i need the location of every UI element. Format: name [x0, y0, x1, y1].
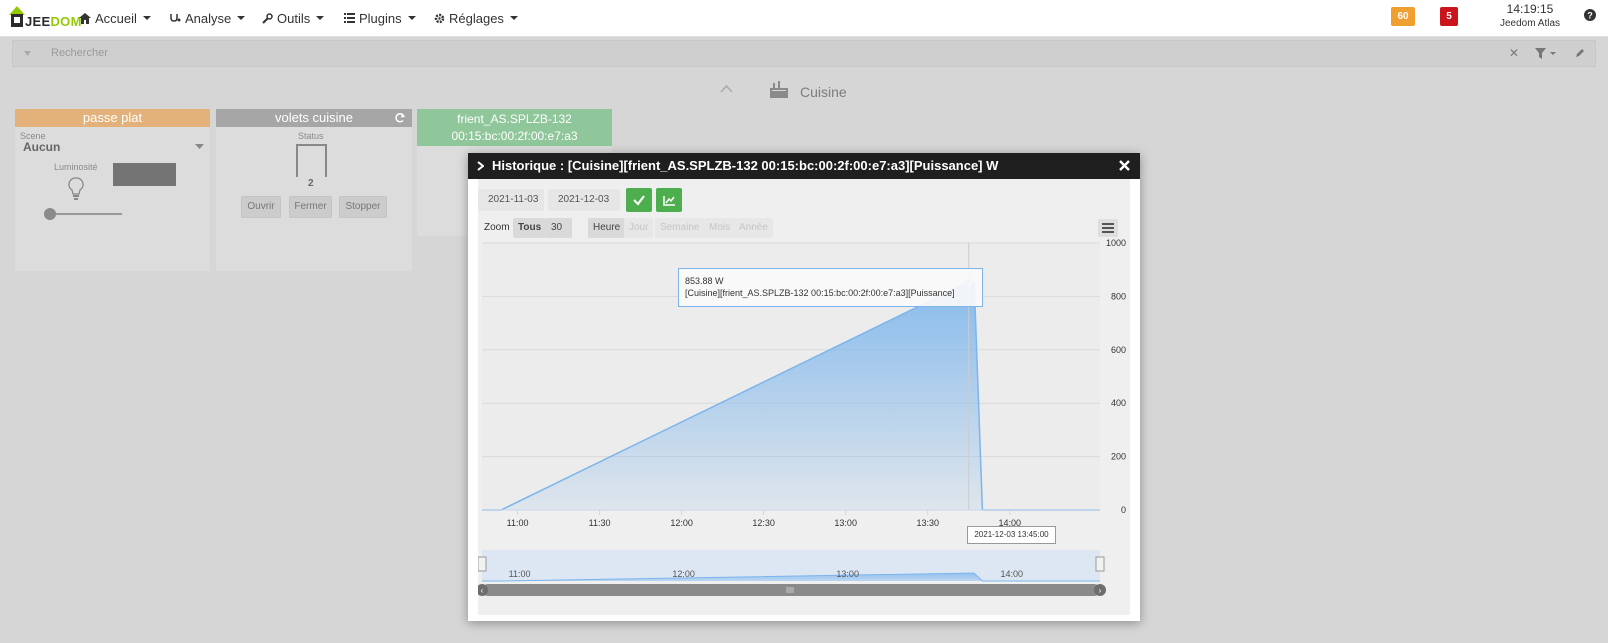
search-input[interactable]: Rechercher: [51, 47, 108, 59]
navigator[interactable]: 11:00 12:00 13:00 14:00 ‹ ›: [478, 550, 1106, 596]
menu-analyse[interactable]: Analyse: [170, 0, 246, 36]
status-value: 2: [308, 178, 314, 189]
y-tick-label: 600: [1111, 345, 1126, 355]
chevron-down-icon: [237, 16, 246, 20]
lightbulb-icon: [68, 177, 84, 200]
crosshair-label: 2021-12-03 13:45:00: [967, 526, 1056, 544]
widget-title[interactable]: passe plat: [15, 109, 210, 127]
menu-outils[interactable]: Outils: [262, 0, 325, 36]
widget-title-line1: frient_AS.SPLZB-132: [457, 112, 572, 126]
widget-title[interactable]: volets cuisine: [216, 109, 412, 127]
shutter-icon: [296, 144, 327, 177]
luminosity-label: Luminosité: [54, 162, 98, 172]
status-label: Status: [298, 131, 324, 141]
menu-reglages[interactable]: Réglages: [434, 0, 518, 36]
clear-search-icon[interactable]: ✕: [1509, 46, 1519, 60]
scene-select[interactable]: Aucun: [23, 140, 60, 154]
pencil-icon[interactable]: [1575, 48, 1585, 58]
chevron-up-icon[interactable]: [720, 85, 733, 93]
clock: 14:19:15 Jeedom Atlas: [1495, 2, 1565, 29]
open-button[interactable]: Ouvrir: [241, 196, 281, 218]
chevron-down-icon[interactable]: [24, 51, 31, 56]
close-icon[interactable]: [1119, 160, 1130, 171]
navigator-tick-label: 13:00: [836, 569, 859, 579]
navigator-tick-label: 14:00: [1000, 569, 1023, 579]
y-tick-label: 0: [1121, 505, 1126, 515]
x-tick-label: 13:00: [834, 518, 857, 528]
tooltip-series: [Cuisine][frient_AS.SPLZB-132 00:15:bc:0…: [685, 288, 955, 298]
list-icon: [344, 13, 355, 23]
menu-analyse-label: Analyse: [185, 10, 232, 26]
chevron-down-icon: [407, 16, 416, 20]
refresh-icon[interactable]: [394, 112, 406, 124]
room-title: Cuisine: [800, 84, 847, 100]
widget-volets-cuisine: volets cuisine Status 2 Ouvrir Fermer St…: [216, 109, 412, 271]
top-navbar: JEEDOM Accueil Analyse Outils Plugins Ré…: [0, 0, 1608, 37]
history-chart[interactable]: 0 200 400 600 800 1000 11:00 11:30 12:00 12:30 13:…: [478, 179, 1130, 615]
logo-brand-start: EE: [32, 14, 51, 29]
x-tick-label: 12:00: [670, 518, 693, 528]
kitchen-icon: [770, 81, 788, 98]
modal-title: Historique : [Cuisine][frient_AS.SPLZB-1…: [492, 158, 999, 173]
navigator-tick-label: 11:00: [509, 569, 531, 579]
widget-passe-plat: passe plat Scene Aucun Luminosité: [15, 109, 210, 271]
modal-header: Historique : [Cuisine][frient_AS.SPLZB-1…: [468, 153, 1140, 179]
errors-badge[interactable]: 5: [1440, 7, 1458, 26]
modal-body: 2021-11-03 2021-12-03 Zoom Tous 30 min H…: [478, 179, 1130, 615]
chevron-down-icon: [142, 16, 151, 20]
clock-time: 14:19:15: [1506, 2, 1554, 16]
color-picker[interactable]: [113, 163, 176, 186]
chevron-right-icon[interactable]: [477, 161, 484, 171]
history-modal: Historique : [Cuisine][frient_AS.SPLZB-1…: [468, 153, 1140, 621]
scrollbar-grip: [786, 587, 794, 593]
y-tick-label: 800: [1111, 291, 1126, 301]
navigator-tick-label: 12:00: [672, 569, 695, 579]
y-tick-label: 200: [1111, 452, 1126, 462]
close-button[interactable]: Fermer: [289, 196, 332, 218]
search-bar: Rechercher ✕: [12, 40, 1596, 67]
stethoscope-icon: [170, 13, 181, 22]
menu-reglages-label: Réglages: [449, 10, 504, 26]
jeedom-logo[interactable]: JEEDOM: [7, 3, 81, 33]
y-tick-label: 400: [1111, 398, 1126, 408]
x-tick-label: 11:00: [507, 518, 529, 528]
wrench-icon: [262, 12, 273, 24]
stop-button[interactable]: Stopper: [339, 196, 387, 218]
menu-outils-label: Outils: [277, 10, 311, 26]
widget-title[interactable]: frient_AS.SPLZB-132 00:15:bc:00:2f:00:e7…: [417, 109, 612, 146]
warnings-badge[interactable]: 60: [1391, 7, 1415, 26]
system-name: Jeedom Atlas: [1499, 18, 1561, 29]
menu-plugins-label: Plugins: [359, 10, 402, 26]
gear-icon: [434, 13, 445, 23]
x-tick-label: 12:30: [752, 518, 775, 528]
chart-tooltip: 853.88 W [Cuisine][frient_AS.SPLZB-132 0…: [678, 268, 983, 307]
widget-title-line2: 00:15:bc:00:2f:00:e7:a3: [451, 129, 578, 143]
menu-accueil-label: Accueil: [95, 10, 137, 26]
y-tick-label: 1000: [1106, 238, 1126, 248]
chevron-down-icon[interactable]: [195, 144, 204, 149]
svg-text:?: ?: [1587, 11, 1593, 21]
logo-brand-end: DOM: [50, 14, 82, 29]
help-icon[interactable]: ?: [1584, 9, 1596, 21]
filter-icon[interactable]: [1535, 48, 1546, 59]
navigator-handle-right: [1095, 556, 1105, 572]
chevron-down-icon: [509, 16, 518, 20]
logo-prefix: J: [25, 14, 33, 29]
chevron-down-icon: [316, 16, 325, 20]
tooltip-value: 853.88 W: [685, 276, 724, 286]
house-logo-icon: [9, 6, 25, 27]
arrow-right-glyph: ›: [1099, 586, 1102, 595]
menu-plugins[interactable]: Plugins: [344, 0, 416, 36]
x-tick-label: 13:30: [916, 518, 939, 528]
home-icon: [79, 12, 91, 24]
arrow-left-glyph: ‹: [481, 586, 484, 595]
navigator-handle-left: [478, 556, 487, 572]
chevron-down-icon[interactable]: [1550, 52, 1556, 55]
slider-handle[interactable]: [44, 208, 56, 220]
menu-accueil[interactable]: Accueil: [79, 0, 151, 36]
x-tick-label: 11:30: [589, 518, 611, 528]
slider-track[interactable]: [46, 213, 122, 215]
